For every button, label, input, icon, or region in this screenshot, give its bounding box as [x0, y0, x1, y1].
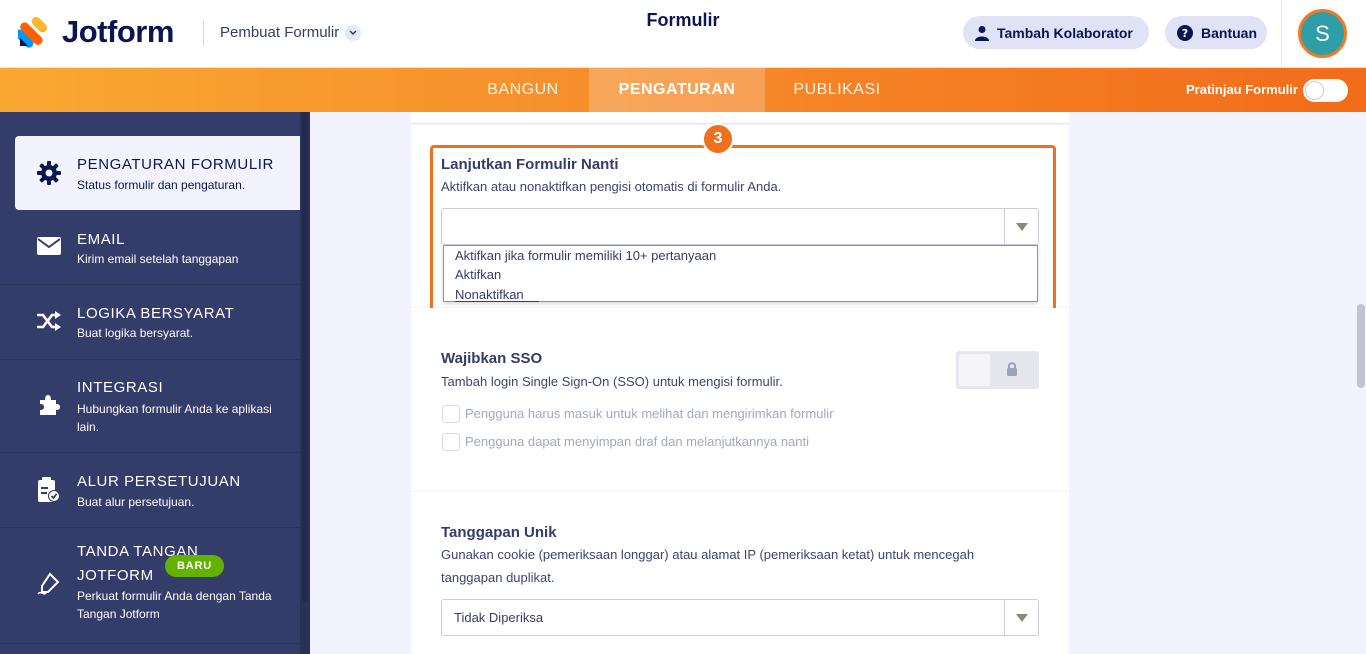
- sso-toggle[interactable]: [956, 351, 1039, 389]
- svg-text:?: ?: [1182, 27, 1188, 40]
- sso-toggle-knob: [959, 354, 990, 386]
- sidebar-item-jotform-sign[interactable]: TANDA TANGAN JOTFORM Perkuat formulir An…: [0, 528, 300, 644]
- continue-later-title: Lanjutkan Formulir Nanti: [441, 156, 619, 173]
- option-enable[interactable]: Aktifkan: [455, 267, 501, 282]
- settings-sidebar: PENGATURAN FORMULIR Status formulir dan …: [0, 112, 310, 654]
- chevron-down-icon: [345, 24, 362, 41]
- help-label: Bantuan: [1201, 24, 1257, 41]
- sidebar-item-email[interactable]: EMAIL Kirim email setelah tanggapan: [0, 210, 300, 285]
- sidebar-item-approval-flow[interactable]: ALUR PERSETUJUAN Buat alur persetujuan.: [0, 453, 300, 528]
- tab-settings[interactable]: PENGATURAN: [589, 68, 765, 112]
- sso-title: Wajibkan SSO: [441, 350, 543, 367]
- header-divider: [203, 20, 204, 46]
- option-enable-10-plus[interactable]: Aktifkan jika formulir memiliki 10+ pert…: [455, 248, 716, 263]
- question-icon: ?: [1177, 24, 1193, 41]
- sidebar-item-subtitle: Status formulir dan pengaturan.: [77, 178, 246, 192]
- gear-icon: [35, 159, 63, 187]
- avatar[interactable]: S: [1298, 9, 1347, 58]
- sso-checkbox-save-draft[interactable]: [442, 433, 460, 451]
- new-badge: BARU: [165, 555, 224, 577]
- envelope-icon: [35, 232, 63, 260]
- sso-description: Tambah login Single Sign-On (SSO) untuk …: [441, 374, 783, 389]
- jotform-logo[interactable]: Jotform: [15, 14, 174, 50]
- shuffle-icon: [35, 307, 63, 335]
- header-divider-right: [1281, 0, 1282, 68]
- form-preview-toggle[interactable]: [1303, 79, 1348, 102]
- form-preview-label: Pratinjau Formulir: [1186, 82, 1298, 97]
- option-disable[interactable]: Nonaktifkan: [455, 287, 524, 302]
- sso-checkbox-label: Pengguna harus masuk untuk melihat dan m…: [465, 406, 834, 421]
- unique-submission-section: Tanggapan Unik Gunakan cookie (pemeriksa…: [411, 492, 1069, 654]
- user-icon: [975, 25, 989, 41]
- builder-menu-label: Pembuat Formulir: [220, 24, 340, 41]
- sidebar-item-conditional-logic[interactable]: LOGIKA BERSYARAT Buat logika bersyarat.: [0, 285, 300, 360]
- tab-build[interactable]: BANGUN: [470, 68, 576, 112]
- sidebar-item-integrations[interactable]: INTEGRASI Hubungkan formulir Anda ke apl…: [0, 360, 300, 453]
- sidebar-item-title: ALUR PERSETUJUAN: [77, 473, 241, 490]
- sidebar-item-subtitle: Perkuat formulir Anda dengan Tanda Tanga…: [77, 589, 272, 621]
- sidebar-item-subtitle: Hubungkan formulir Anda ke aplikasi lain…: [77, 402, 272, 434]
- require-sso-section: Wajibkan SSO Tambah login Single Sign-On…: [411, 308, 1069, 491]
- sso-checkbox-login-required[interactable]: [442, 405, 460, 423]
- logo-text: Jotform: [62, 14, 174, 49]
- sso-checkbox-label: Pengguna dapat menyimpan draf dan melanj…: [465, 434, 810, 449]
- continue-later-options-list: Aktifkan jika formulir memiliki 10+ pert…: [443, 245, 1038, 302]
- unique-title: Tanggapan Unik: [441, 524, 557, 541]
- continue-later-select[interactable]: [441, 208, 1039, 245]
- help-button[interactable]: ? Bantuan: [1165, 16, 1267, 49]
- signature-pen-icon: [35, 570, 63, 598]
- lock-icon: [1006, 361, 1018, 380]
- previous-section-bottom: [411, 112, 1069, 124]
- top-header: Jotform Pembuat Formulir Formulir Tambah…: [0, 0, 1366, 68]
- unique-select-value: Tidak Diperiksa: [454, 610, 544, 625]
- add-collaborator-label: Tambah Kolaborator: [997, 24, 1133, 41]
- dropdown-arrow-icon: [1004, 209, 1038, 244]
- puzzle-icon: [35, 391, 63, 419]
- unique-description-line1: Gunakan cookie (pemeriksaan longgar) ata…: [441, 547, 975, 562]
- sidebar-item-title: LOGIKA BERSYARAT: [77, 305, 235, 322]
- unique-description-line2: tanggapan duplikat.: [441, 570, 555, 585]
- form-title: Formulir: [646, 10, 720, 30]
- builder-menu-dropdown[interactable]: Pembuat Formulir: [220, 24, 362, 41]
- sidebar-item-title: EMAIL: [77, 231, 126, 248]
- continue-later-description: Aktifkan atau nonaktifkan pengisi otomat…: [441, 179, 782, 194]
- unique-submission-select[interactable]: Tidak Diperiksa: [441, 599, 1039, 636]
- step-number-badge: 3: [702, 123, 734, 155]
- sidebar-item-subtitle: Buat alur persetujuan.: [77, 495, 195, 509]
- sidebar-item-subtitle: Buat logika bersyarat.: [77, 326, 194, 340]
- add-collaborator-button[interactable]: Tambah Kolaborator: [963, 16, 1149, 49]
- sidebar-item-title-line2: JOTFORM: [77, 567, 154, 584]
- approval-icon: [35, 476, 63, 504]
- main-scrollbar-thumb[interactable]: [1357, 304, 1365, 388]
- sidebar-scrollbar-thumb[interactable]: [302, 112, 308, 602]
- jotform-logo-icon: [15, 16, 50, 48]
- option-underline: [455, 301, 539, 302]
- sidebar-item-subtitle: Kirim email setelah tanggapan: [77, 252, 239, 266]
- sidebar-item-title: PENGATURAN FORMULIR: [77, 156, 274, 173]
- sidebar-item-form-settings[interactable]: PENGATURAN FORMULIR Status formulir dan …: [15, 136, 301, 210]
- sidebar-item-title: INTEGRASI: [77, 379, 164, 396]
- main-nav-bar: BANGUN PENGATURAN PUBLIKASI: [0, 68, 1366, 112]
- toggle-knob: [1305, 81, 1324, 100]
- dropdown-arrow-icon: [1004, 600, 1038, 635]
- tab-publish[interactable]: PUBLIKASI: [776, 68, 898, 112]
